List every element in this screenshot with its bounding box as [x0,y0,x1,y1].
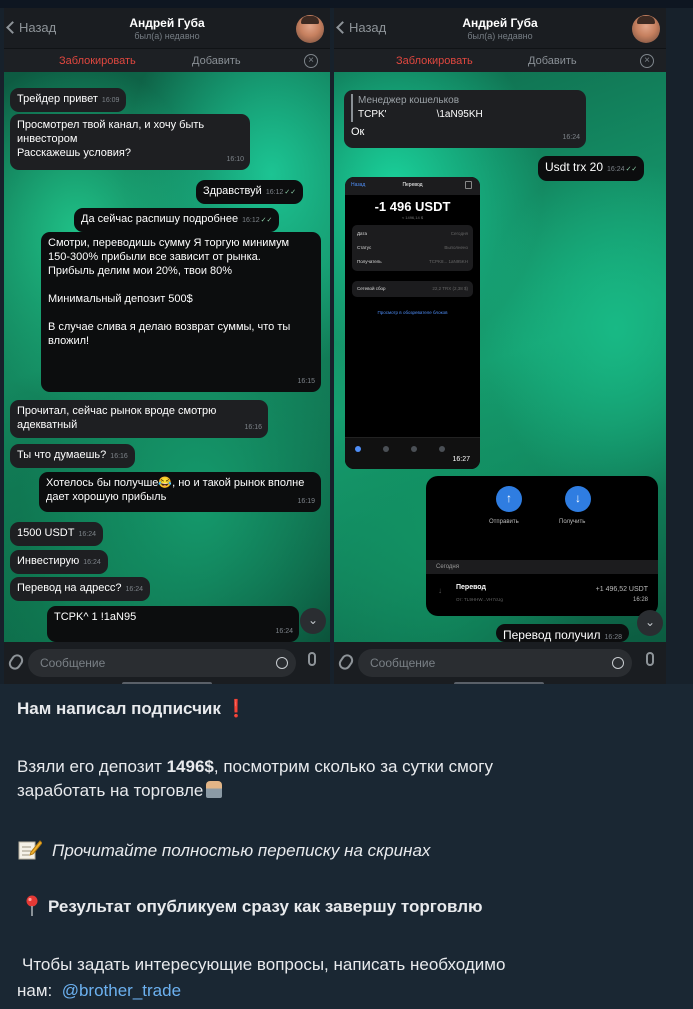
chat-header: Назад Андрей Губа был(а) недавно [334,8,666,48]
message-bubble: Трейдер привет 16:09 [10,88,127,112]
fee-card: Сетевой сбор 22,2 TRX (2,38 $) [352,281,473,297]
transfer-details-card: Дата Сегодня Статус Выполнено Получатель… [352,225,473,271]
reply-message-bubble: Менеджер кошельков TCPK' \1aN95KH Ок 16:… [344,90,586,148]
chat-screenshot-right: Назад Андрей Губа был(а) недавно Заблоки… [334,8,666,684]
message-bubble: Usdt trx 20 16:24✓✓ [538,156,645,181]
man-technologist-icon [206,781,223,798]
inner-tab-bar: 16:27 [345,437,480,469]
scroll-down-icon[interactable]: ⌄ [637,610,663,636]
chat-area: Менеджер кошельков TCPK' \1aN95KH Ок 16:… [334,72,666,642]
pushpin-icon [26,895,38,916]
action-bar: Заблокировать Добавить × [334,48,666,72]
caption-text: нам: @brother_trade [17,981,182,1000]
chat-area: Трейдер привет 16:09 Просмотрел твой кана… [4,72,330,642]
contact-status: был(а) недавно [134,31,200,41]
message-bubble: Перевод получил 16:28 [496,624,630,642]
message-bubble: Смотри, переводишь сумму Я торгую миниму… [41,232,321,392]
contact-name: Андрей Губа [129,16,205,30]
chat-header: Назад Андрей Губа был(а) недавно [4,8,330,48]
contact-status: был(а) недавно [467,31,533,41]
transfer-screenshot[interactable]: Назад Перевод -1 496 USDT ≈ 1496,14 $ Да… [345,177,480,469]
paperclip-icon[interactable] [6,652,26,672]
message-bubble: Инвестирую 16:24 [10,550,108,574]
top-strip [0,0,693,8]
message-bubble: Здравствуй 16:12✓✓ [196,180,304,204]
sticker-icon[interactable] [276,657,288,669]
message-input-bar: Сообщение [334,642,666,684]
scroll-down-icon[interactable]: ⌄ [300,608,326,634]
reply-quote: Менеджер кошельков TCPK' \1aN95KH [351,94,579,122]
contact-name: Андрей Губа [462,16,538,30]
message-bubble: Прочитал, сейчас рынок вроде смотрю адек… [10,400,268,438]
message-input[interactable]: Сообщение [358,649,632,677]
message-bubble: TCPK^ 1 !1aN95 16:24 [47,606,299,642]
block-button[interactable]: Заблокировать [396,55,473,67]
message-bubble: Перевод на адресс? 16:24 [10,577,150,601]
transfer-amount: -1 496 USDT [374,199,451,214]
action-bar: Заблокировать Добавить × [4,48,330,72]
caption-headline: Нам написал подписчик ❗ [17,699,247,718]
avatar[interactable] [632,15,660,43]
message-bubble: Просмотрел твой канал, и хочу быть инвес… [10,114,250,170]
sticker-icon[interactable] [612,657,624,669]
caption-text: Прочитайте полностью переписку на скрина… [52,841,431,860]
microphone-icon[interactable] [308,652,316,666]
block-button[interactable]: Заблокировать [59,55,136,67]
add-contact-button[interactable]: Добавить [528,55,577,67]
wallet-screenshot[interactable]: ↑ ↓ Отправить Получить Сегодня ↓ Перевод… [426,476,658,616]
message-bubble: Да сейчас распишу подробнее 16:12✓✓ [74,208,280,232]
chat-screenshot-left: Назад Андрей Губа был(а) недавно Заблоки… [4,8,330,684]
add-contact-button[interactable]: Добавить [192,55,241,67]
receive-arrow-icon: ↓ [565,486,591,512]
caption-text: Взяли его депозит 1496$, посмотрим сколь… [17,757,493,776]
microphone-icon[interactable] [646,652,654,666]
caption-text: заработать на торговле [17,780,223,802]
message-input[interactable]: Сообщение [28,649,296,677]
contact-link[interactable]: @brother_trade [62,981,181,1000]
send-arrow-icon: ↑ [496,486,522,512]
close-circle-icon[interactable]: × [304,54,318,68]
post-caption: Нам написал подписчик ❗ Взяли его депози… [0,684,693,1009]
caption-text: Результат опубликуем сразу как завершу т… [48,897,483,916]
paperclip-icon[interactable] [336,652,356,672]
screenshot-root: Назад Андрей Губа был(а) недавно Заблоки… [0,0,693,1009]
caption-text: Чтобы задать интересующие вопросы, напис… [22,955,506,974]
memo-icon [18,840,42,860]
message-bubble: 1500 USDT 16:24 [10,522,104,546]
red-exclamation-icon: ❗ [225,699,247,718]
message-bubble: Ты что думаешь? 16:16 [10,444,135,468]
message-bubble: Хотелось бы получше😂, но и такой рынок в… [39,472,321,512]
message-input-bar: Сообщение [4,642,330,684]
incoming-icon: ↓ [438,586,442,595]
close-circle-icon[interactable]: × [640,54,654,68]
share-icon [465,181,472,189]
avatar[interactable] [296,15,324,43]
